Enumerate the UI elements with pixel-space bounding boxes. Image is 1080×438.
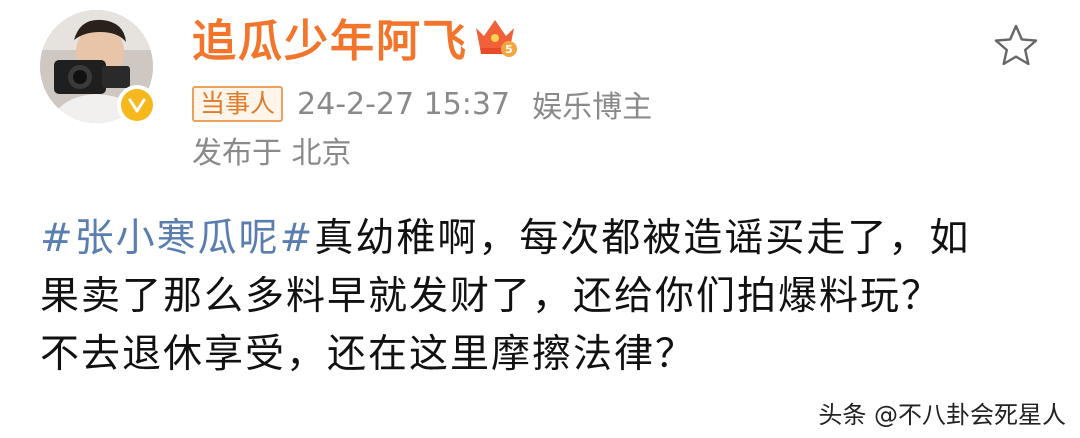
post-meta: 当事人 24-2-27 15:37 娱乐博主 [192, 84, 653, 125]
content-line-1: #张小寒瓜呢#真幼稚啊，每次都被造谣买走了，如 [40, 210, 1050, 268]
watermark: 头条 @不八卦会死星人 [818, 401, 1066, 429]
username-link[interactable]: 追瓜少年阿飞 [192, 14, 468, 70]
user-role: 娱乐博主 [532, 90, 653, 125]
verified-badge-icon [117, 85, 157, 125]
avatar[interactable] [40, 10, 157, 125]
content-line-2: 果卖了那么多料早就发财了，还给你们拍爆料玩？ [40, 274, 943, 319]
post-timestamp[interactable]: 24-2-27 15:37 [297, 87, 510, 122]
role-badge: 当事人 [192, 86, 284, 122]
post-location: 发布于 北京 [192, 136, 352, 171]
star-icon[interactable] [992, 22, 1040, 70]
crown-icon[interactable]: 5 [472, 14, 518, 60]
content-line-3: 不去退休享受，还在这里摩擦法律？ [40, 332, 697, 377]
content-text: 真幼稚啊，每次都被造谣买走了，如 [314, 216, 971, 261]
hashtag-link[interactable]: #张小寒瓜呢# [40, 216, 314, 261]
svg-text:5: 5 [505, 43, 513, 56]
post-content: #张小寒瓜呢#真幼稚啊，每次都被造谣买走了，如 果卖了那么多料早就发财了，还给你… [40, 210, 1050, 384]
weibo-post-card: 追瓜少年阿飞 5 当事人 24-2-27 15:37 娱乐博主 发布于 北京 #… [0, 0, 1080, 438]
